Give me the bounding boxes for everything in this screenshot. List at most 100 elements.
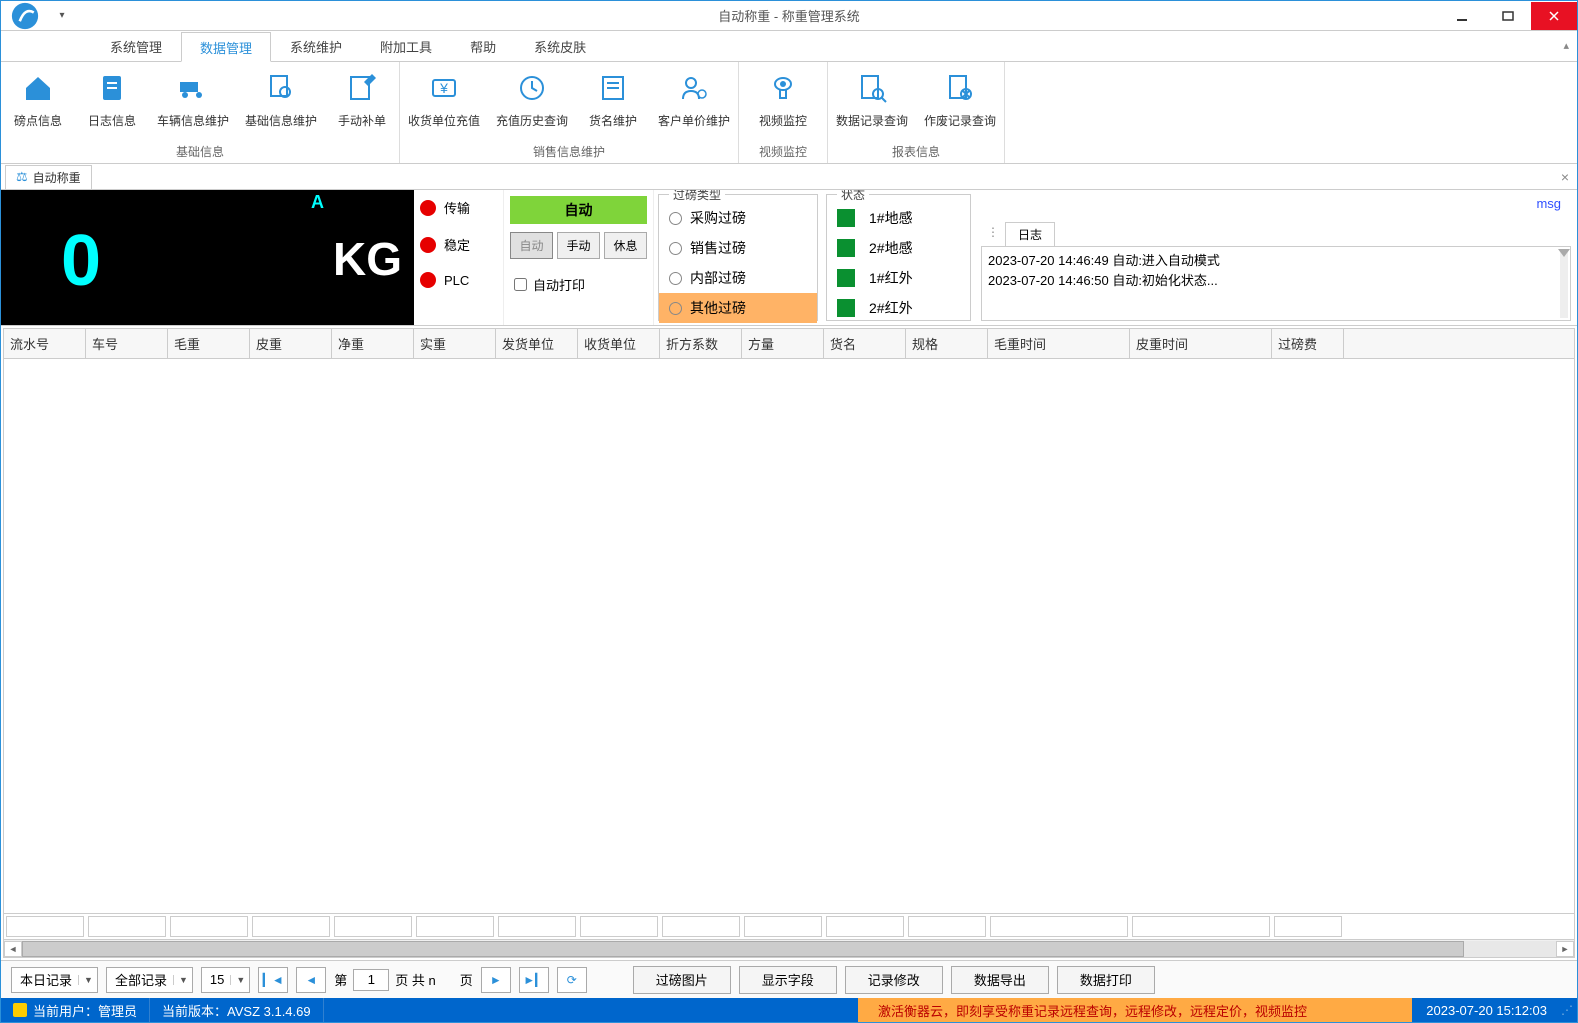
- ribbon-video[interactable]: 视频监控: [739, 62, 827, 140]
- weigh-type-panel: 过磅类型 采购过磅 销售过磅 内部过磅 其他过磅: [658, 194, 818, 321]
- prev-page-button[interactable]: ◄: [296, 967, 326, 993]
- scroll-track[interactable]: [22, 941, 1556, 957]
- print-button[interactable]: 数据打印: [1057, 966, 1155, 994]
- weigh-type-purchase[interactable]: 采购过磅: [669, 203, 807, 233]
- weigh-icon: ⚖: [16, 169, 28, 185]
- mode-manual-button[interactable]: 手动: [557, 232, 600, 259]
- grid-column-header[interactable]: 净重: [332, 329, 414, 358]
- log-tab[interactable]: 日志: [1005, 222, 1055, 246]
- scrollbar[interactable]: [1560, 249, 1568, 318]
- auto-print-checkbox[interactable]: 自动打印: [510, 275, 647, 294]
- tab-auto-weigh[interactable]: ⚖ 自动称重: [5, 165, 92, 189]
- weigh-image-button[interactable]: 过磅图片: [633, 966, 731, 994]
- status-time: 2023-07-20 15:12:03: [1412, 1003, 1561, 1018]
- ribbon-group-video: 视频监控 视频监控: [739, 62, 828, 163]
- filter-combo[interactable]: 全部记录▼: [106, 967, 193, 993]
- status-dot-icon: [420, 200, 436, 216]
- mode-rest-button[interactable]: 休息: [604, 232, 647, 259]
- grid-column-header[interactable]: 发货单位: [496, 329, 578, 358]
- grid-column-header[interactable]: 毛重: [168, 329, 250, 358]
- grid-column-header[interactable]: 过磅费: [1272, 329, 1344, 358]
- page-input[interactable]: [353, 969, 389, 991]
- range-combo[interactable]: 本日记录▼: [11, 967, 98, 993]
- grid-column-header[interactable]: 货名: [824, 329, 906, 358]
- weigh-type-other[interactable]: 其他过磅: [659, 293, 817, 323]
- qat-dropdown-icon[interactable]: ▾: [53, 10, 71, 21]
- ribbon-group-label: 基础信息: [1, 140, 399, 163]
- resize-grip-icon[interactable]: ⋰: [1561, 1003, 1577, 1017]
- grid-footer-cell: [498, 916, 576, 937]
- grid-column-header[interactable]: 流水号: [4, 329, 86, 358]
- scroll-left-button[interactable]: ◄: [4, 941, 22, 957]
- ribbon-goods[interactable]: 货名维护: [576, 62, 650, 140]
- grid-footer-cell: [990, 916, 1128, 937]
- menu-system-maintain[interactable]: 系统维护: [271, 31, 361, 61]
- ribbon-void-query[interactable]: 作废记录查询: [916, 62, 1004, 140]
- horizontal-scrollbar[interactable]: ◄ ►: [4, 939, 1574, 957]
- ribbon-collapse-icon[interactable]: ▴: [1563, 39, 1569, 52]
- grid-column-header[interactable]: 实重: [414, 329, 496, 358]
- ribbon-manual-entry[interactable]: 手动补单: [325, 62, 399, 140]
- export-button[interactable]: 数据导出: [951, 966, 1049, 994]
- tab-close-button[interactable]: ×: [1561, 169, 1569, 185]
- refresh-button[interactable]: ⟳: [557, 967, 587, 993]
- ribbon-log-info[interactable]: 日志信息: [75, 62, 149, 140]
- grid-column-header[interactable]: 规格: [906, 329, 988, 358]
- ribbon-customer-price[interactable]: 客户单价维护: [650, 62, 738, 140]
- close-button[interactable]: [1531, 2, 1577, 30]
- pagesize-combo[interactable]: 15▼: [201, 967, 250, 993]
- weigh-type-internal[interactable]: 内部过磅: [669, 263, 807, 293]
- ribbon-station-info[interactable]: 磅点信息: [1, 62, 75, 140]
- status-stable: 稳定: [420, 235, 497, 254]
- state-ground1: 1#地感: [837, 203, 960, 233]
- camera-icon: [765, 70, 801, 106]
- report-cancel-icon: [942, 70, 978, 106]
- status-version: 当前版本：AVSZ 3.1.4.69: [150, 998, 324, 1022]
- app-window: ▾ 自动称重 - 称重管理系统 系统管理 数据管理 系统维护 附加工具 帮助 系…: [0, 0, 1578, 1023]
- state-indicator-icon: [837, 239, 855, 257]
- grid-footer-cell: [744, 916, 822, 937]
- log-content[interactable]: 2023-07-20 14:46:49 自动:进入自动模式 2023-07-20…: [981, 247, 1571, 321]
- workarea: A 0 KG 传输 稳定 PLC 自动 自动 手动 休息 自动打印: [1, 190, 1577, 998]
- menu-help[interactable]: 帮助: [451, 31, 515, 61]
- grid-footer-cell: [88, 916, 166, 937]
- auto-print-input[interactable]: [514, 278, 527, 291]
- menu-system-manage[interactable]: 系统管理: [91, 31, 181, 61]
- ribbon-recharge-history[interactable]: 充值历史查询: [488, 62, 576, 140]
- weigh-type-sale[interactable]: 销售过磅: [669, 233, 807, 263]
- log-line: 2023-07-20 14:46:50 自动:初始化状态...: [988, 271, 1564, 291]
- menu-data-manage[interactable]: 数据管理: [181, 32, 271, 62]
- grid-column-header[interactable]: 方量: [742, 329, 824, 358]
- next-page-button[interactable]: ►: [481, 967, 511, 993]
- grid-column-header[interactable]: 皮重时间: [1130, 329, 1272, 358]
- chevron-down-icon: ▼: [173, 975, 188, 985]
- menu-skin[interactable]: 系统皮肤: [515, 31, 605, 61]
- maximize-button[interactable]: [1485, 2, 1531, 30]
- grid-column-header[interactable]: 皮重: [250, 329, 332, 358]
- grid-footer: [4, 913, 1574, 939]
- ribbon-data-query[interactable]: 数据记录查询: [828, 62, 916, 140]
- first-page-button[interactable]: ▎◄: [258, 967, 288, 993]
- state-ground2: 2#地感: [837, 233, 960, 263]
- menu-addon-tools[interactable]: 附加工具: [361, 31, 451, 61]
- scroll-right-button[interactable]: ►: [1556, 941, 1574, 957]
- grid-column-header[interactable]: 毛重时间: [988, 329, 1130, 358]
- status-user: 当前用户：管理员: [1, 998, 150, 1022]
- last-page-button[interactable]: ►▎: [519, 967, 549, 993]
- mode-auto-button[interactable]: 自动: [510, 232, 553, 259]
- minimize-button[interactable]: [1439, 2, 1485, 30]
- log-tab-more[interactable]: ⋮: [981, 222, 1005, 246]
- scroll-thumb[interactable]: [22, 941, 1464, 957]
- grid-footer-cell: [826, 916, 904, 937]
- ribbon-base-info[interactable]: 基础信息维护: [237, 62, 325, 140]
- grid-body[interactable]: [4, 359, 1574, 913]
- grid-column-header[interactable]: 折方系数: [660, 329, 742, 358]
- grid-column-header[interactable]: 车号: [86, 329, 168, 358]
- ribbon-recharge[interactable]: ¥收货单位充值: [400, 62, 488, 140]
- grid-footer-cell: [6, 916, 84, 937]
- show-fields-button[interactable]: 显示字段: [739, 966, 837, 994]
- grid-column-header[interactable]: 收货单位: [578, 329, 660, 358]
- ribbon-vehicle-info[interactable]: 车辆信息维护: [149, 62, 237, 140]
- edit-record-button[interactable]: 记录修改: [845, 966, 943, 994]
- chevron-down-icon: ▼: [230, 975, 245, 985]
